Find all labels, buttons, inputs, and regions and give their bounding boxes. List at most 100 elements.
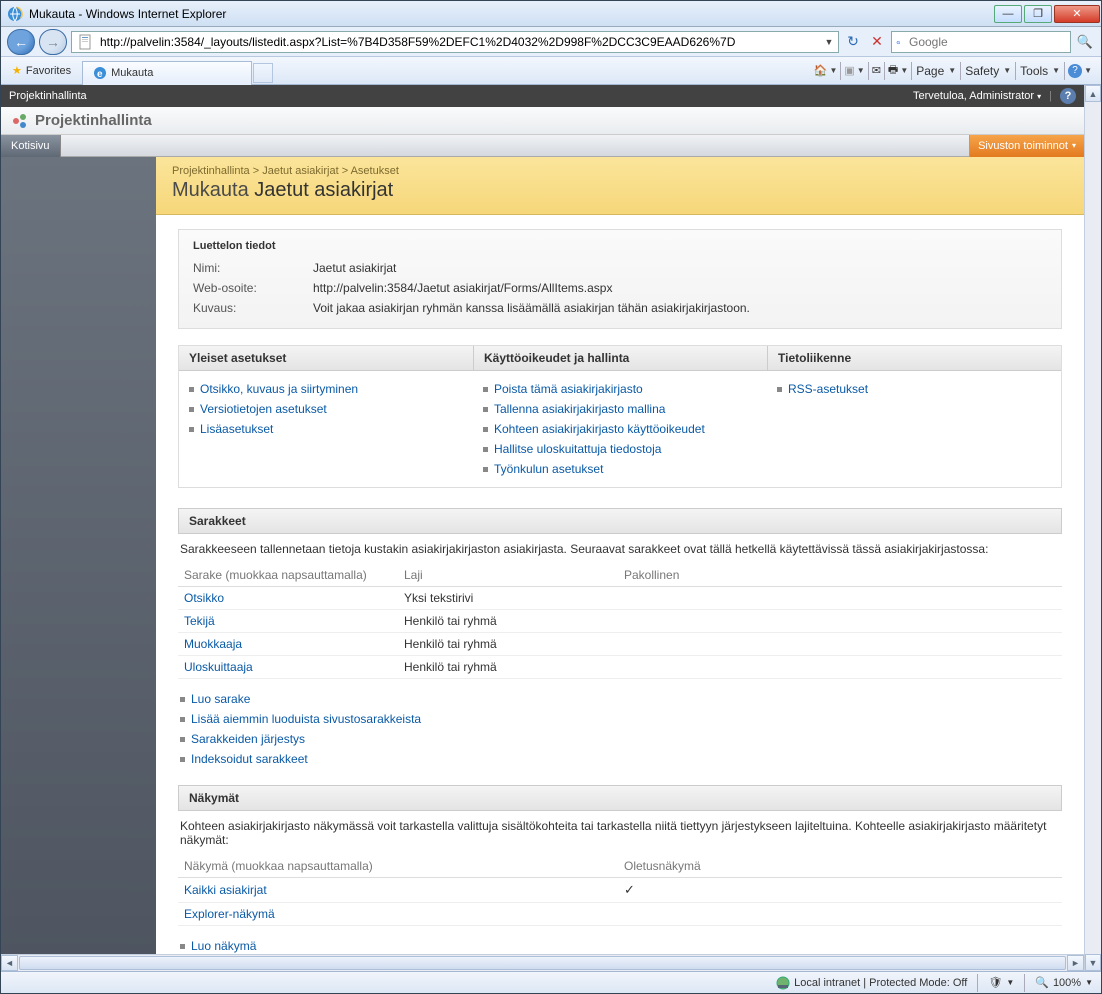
settings-link[interactable]: Lisää aiemmin luoduista sivustosarakkeis… <box>180 709 1060 729</box>
print-menu[interactable]: 🖶▼ <box>885 60 911 82</box>
settings-link[interactable]: Luo näkymä <box>180 936 1060 954</box>
table-row: OtsikkoYksi tekstirivi <box>178 587 1062 610</box>
view-link[interactable]: Explorer-näkymä <box>184 907 275 921</box>
readmail-button[interactable]: ✉ <box>869 60 884 82</box>
safety-menu[interactable]: Safety▼ <box>961 60 1015 82</box>
link-label[interactable]: Kohteen asiakirjakirjasto käyttöoikeudet <box>494 422 705 436</box>
help-menu[interactable]: ?▼ <box>1065 60 1095 82</box>
list-info-box: Luettelon tiedot Nimi:Jaetut asiakirjat … <box>178 229 1062 329</box>
browser-tab[interactable]: e Mukauta <box>82 61 252 85</box>
link-label[interactable]: RSS-asetukset <box>788 382 868 396</box>
link-label[interactable]: Luo sarake <box>191 692 250 706</box>
settings-link[interactable]: Versiotietojen asetukset <box>189 399 463 419</box>
zoom-icon: 🔍 <box>1035 976 1049 989</box>
tools-menu[interactable]: Tools▼ <box>1016 60 1064 82</box>
scroll-left-button[interactable]: ◄ <box>1 955 18 971</box>
address-input[interactable] <box>98 34 822 50</box>
favorites-button[interactable]: ★ Favorites <box>3 60 80 82</box>
forward-button[interactable]: → <box>39 29 67 55</box>
view-link[interactable]: Kaikki asiakirjat <box>184 883 267 897</box>
refresh-button[interactable]: ↻ <box>843 32 863 52</box>
link-label[interactable]: Indeksoidut sarakkeet <box>191 752 308 766</box>
home-icon: 🏠 <box>814 64 828 77</box>
maximize-button[interactable]: ❐ <box>1024 5 1052 23</box>
bullet-icon <box>483 427 488 432</box>
link-label[interactable]: Hallitse uloskuitattuja tiedostoja <box>494 442 661 456</box>
welcome-menu[interactable]: Tervetuloa, Administrator ▾ <box>913 90 1041 102</box>
scrollbar-vertical[interactable]: ▲ ▼ <box>1084 85 1101 971</box>
link-label[interactable]: Tallenna asiakirjakirjasto mallina <box>494 402 665 416</box>
search-button[interactable]: 🔍 <box>1075 32 1095 52</box>
views-table: Näkymä (muokkaa napsauttamalla) Oletusnä… <box>178 855 1062 926</box>
site-title[interactable]: Projektinhallinta <box>35 112 152 129</box>
crumb-root[interactable]: Projektinhallinta <box>172 165 250 177</box>
link-label[interactable]: Työnkulun asetukset <box>494 462 603 476</box>
fav-tab-row: ★ Favorites e Mukauta 🏠▼ ▣▼ ✉ 🖶▼ Page▼ S… <box>1 57 1101 85</box>
address-bar[interactable]: ▼ <box>71 31 839 53</box>
settings-link[interactable]: Lisäasetukset <box>189 419 463 439</box>
settings-link[interactable]: Sarakkeiden järjestys <box>180 729 1060 749</box>
tab-title: Mukauta <box>111 67 153 79</box>
stop-button[interactable]: ✕ <box>867 32 887 52</box>
settings-link[interactable]: RSS-asetukset <box>777 379 1051 399</box>
column-link[interactable]: Uloskuittaaja <box>184 660 253 674</box>
col-perms: Käyttöoikeudet ja hallinta Poista tämä a… <box>473 346 767 487</box>
column-link[interactable]: Tekijä <box>184 614 215 628</box>
columns-heading: Sarakkeet <box>178 508 1062 534</box>
feeds-menu[interactable]: ▣▼ <box>841 60 867 82</box>
search-input[interactable] <box>907 34 1066 50</box>
link-label[interactable]: Luo näkymä <box>191 939 256 953</box>
left-nav <box>1 157 156 954</box>
back-button[interactable]: ← <box>7 29 35 55</box>
table-row: Explorer-näkymä <box>178 903 1062 926</box>
home-menu[interactable]: 🏠▼ <box>811 60 841 82</box>
link-label[interactable]: Versiotietojen asetukset <box>200 402 327 416</box>
crumb-list[interactable]: Jaetut asiakirjat <box>262 165 338 177</box>
columns-desc: Sarakkeeseen tallennetaan tietoja kustak… <box>178 534 1062 564</box>
page-menu[interactable]: Page▼ <box>912 60 960 82</box>
scroll-right-button[interactable]: ► <box>1067 955 1084 971</box>
settings-link[interactable]: Hallitse uloskuitattuja tiedostoja <box>483 439 757 459</box>
sp-help-icon[interactable]: ? <box>1060 88 1076 104</box>
scroll-down-button[interactable]: ▼ <box>1085 954 1101 971</box>
status-bar: Local intranet | Protected Mode: Off 🛡▼ … <box>1 971 1101 993</box>
sp-topbar: Projektinhallinta Tervetuloa, Administra… <box>1 85 1084 107</box>
settings-link[interactable]: Indeksoidut sarakkeet <box>180 749 1060 769</box>
close-button[interactable]: ✕ <box>1054 5 1100 23</box>
tab-home[interactable]: Kotisivu <box>1 135 61 157</box>
settings-link[interactable]: Otsikko, kuvaus ja siirtyminen <box>189 379 463 399</box>
link-label[interactable]: Lisää aiemmin luoduista sivustosarakkeis… <box>191 712 421 726</box>
search-bar[interactable]: G <box>891 31 1071 53</box>
bullet-icon <box>483 447 488 452</box>
link-label[interactable]: Sarakkeiden järjestys <box>191 732 305 746</box>
ie-icon <box>7 6 23 22</box>
settings-link[interactable]: Työnkulun asetukset <box>483 459 757 479</box>
site-actions-menu[interactable]: Sivuston toiminnot▾ <box>969 135 1084 157</box>
link-label[interactable]: Otsikko, kuvaus ja siirtyminen <box>200 382 358 396</box>
star-icon: ★ <box>12 64 22 77</box>
scrollbar-horizontal[interactable]: ◄ ► <box>1 954 1084 971</box>
security-zone[interactable]: Local intranet | Protected Mode: Off <box>776 976 967 990</box>
new-tab-button[interactable] <box>253 63 273 83</box>
column-link[interactable]: Otsikko <box>184 591 224 605</box>
bullet-icon <box>189 387 194 392</box>
column-link[interactable]: Muokkaaja <box>184 637 242 651</box>
settings-link[interactable]: Kohteen asiakirjakirjasto käyttöoikeudet <box>483 419 757 439</box>
address-dropdown-icon[interactable]: ▼ <box>822 37 836 47</box>
main-content: Projektinhallinta > Jaetut asiakirjat > … <box>156 157 1084 954</box>
link-label[interactable]: Poista tämä asiakirjakirjasto <box>494 382 643 396</box>
scroll-thumb-h[interactable] <box>19 956 1066 970</box>
page: Projektinhallinta Tervetuloa, Administra… <box>1 85 1084 971</box>
settings-link[interactable]: Luo sarake <box>180 689 1060 709</box>
link-label[interactable]: Lisäasetukset <box>200 422 273 436</box>
col-general: Yleiset asetukset Otsikko, kuvaus ja sii… <box>179 346 473 487</box>
scroll-track-v[interactable] <box>1085 102 1101 954</box>
zoom-control[interactable]: 🔍 100% ▼ <box>1035 976 1093 989</box>
viewport: Projektinhallinta Tervetuloa, Administra… <box>1 85 1101 971</box>
sp-top-site-link[interactable]: Projektinhallinta <box>9 90 87 102</box>
settings-link[interactable]: Tallenna asiakirjakirjasto mallina <box>483 399 757 419</box>
settings-link[interactable]: Poista tämä asiakirjakirjasto <box>483 379 757 399</box>
protected-mode-menu[interactable]: 🛡▼ <box>988 976 1014 989</box>
minimize-button[interactable]: — <box>994 5 1022 23</box>
scroll-up-button[interactable]: ▲ <box>1085 85 1101 102</box>
